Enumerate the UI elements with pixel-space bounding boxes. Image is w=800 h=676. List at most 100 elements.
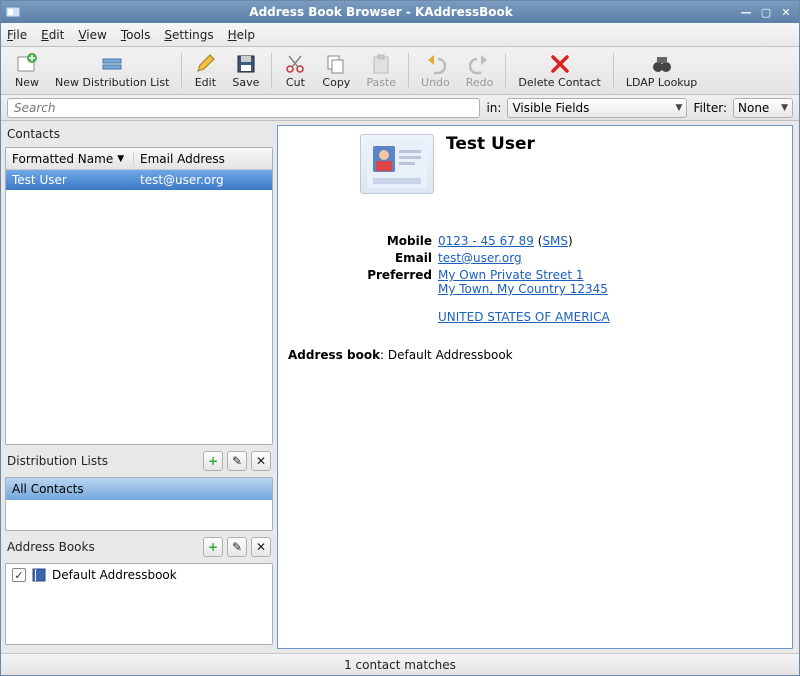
toolbar-label: New bbox=[15, 76, 39, 89]
edit-button[interactable]: Edit bbox=[186, 51, 224, 91]
book-icon bbox=[32, 568, 46, 582]
column-header-name[interactable]: Formatted Name ▼ bbox=[6, 152, 134, 166]
app-icon bbox=[5, 4, 21, 20]
column-header-email[interactable]: Email Address bbox=[134, 152, 231, 166]
paste-icon bbox=[370, 53, 392, 75]
menu-settings[interactable]: Settings bbox=[164, 28, 213, 42]
delete-ab-button[interactable]: ✕ bbox=[251, 537, 271, 557]
undo-icon bbox=[424, 53, 446, 75]
search-in-combo[interactable]: Visible Fields ▼ bbox=[507, 98, 687, 118]
toolbar-separator bbox=[505, 53, 506, 89]
filter-label: Filter: bbox=[693, 101, 727, 115]
addressbook-label: Address book bbox=[288, 348, 380, 362]
distribution-list-icon bbox=[101, 53, 123, 75]
ab-row[interactable]: ✓ Default Addressbook bbox=[6, 564, 272, 586]
delete-dist-button[interactable]: ✕ bbox=[251, 451, 271, 471]
toolbar-separator bbox=[408, 53, 409, 89]
new-distribution-list-button[interactable]: New Distribution List bbox=[47, 51, 177, 91]
add-dist-button[interactable]: + bbox=[203, 451, 223, 471]
street-link[interactable]: My Own Private Street 1 bbox=[438, 268, 584, 282]
toolbar-separator bbox=[271, 53, 272, 89]
copy-button[interactable]: Copy bbox=[314, 51, 358, 91]
minimize-button[interactable]: — bbox=[737, 5, 755, 19]
toolbar: New New Distribution List Edit Save Cut … bbox=[1, 47, 799, 95]
add-ab-button[interactable]: + bbox=[203, 537, 223, 557]
toolbar-label: Edit bbox=[195, 76, 216, 89]
toolbar-label: Redo bbox=[466, 76, 494, 89]
redo-button[interactable]: Redo bbox=[458, 51, 502, 91]
in-label: in: bbox=[486, 101, 501, 115]
titlebar: Address Book Browser - KAddressBook — ▢ … bbox=[1, 1, 799, 23]
toolbar-label: Delete Contact bbox=[518, 76, 600, 89]
cut-button[interactable]: Cut bbox=[276, 51, 314, 91]
toolbar-label: Copy bbox=[322, 76, 350, 89]
menu-view[interactable]: View bbox=[78, 28, 106, 42]
binoculars-icon bbox=[651, 53, 673, 75]
combo-value: Visible Fields bbox=[512, 101, 671, 115]
address-books-label: Address Books + ✎ ✕ bbox=[5, 535, 273, 559]
contacts-label: Contacts bbox=[5, 125, 273, 143]
searchbar: in: Visible Fields ▼ Filter: None ▼ bbox=[1, 95, 799, 121]
floppy-icon bbox=[235, 53, 257, 75]
distribution-list[interactable]: All Contacts bbox=[5, 477, 273, 531]
copy-icon bbox=[325, 53, 347, 75]
contact-email: test@user.org bbox=[134, 173, 230, 187]
chevron-down-icon: ▼ bbox=[676, 103, 683, 113]
toolbar-label: New Distribution List bbox=[55, 76, 169, 89]
combo-value: None bbox=[738, 101, 777, 115]
preferred-label: Preferred bbox=[288, 268, 438, 324]
city-link[interactable]: My Town, My Country 12345 bbox=[438, 282, 608, 296]
contact-card-icon bbox=[360, 134, 434, 194]
search-input[interactable] bbox=[7, 98, 480, 118]
ab-name: Default Addressbook bbox=[52, 568, 177, 582]
ab-checkbox[interactable]: ✓ bbox=[12, 568, 26, 582]
delete-icon bbox=[549, 53, 571, 75]
new-button[interactable]: New bbox=[7, 51, 47, 91]
menu-edit[interactable]: Edit bbox=[41, 28, 64, 42]
toolbar-separator bbox=[613, 53, 614, 89]
menubar: File Edit View Tools Settings Help bbox=[1, 23, 799, 47]
undo-button[interactable]: Undo bbox=[413, 51, 458, 91]
mobile-link[interactable]: 0123 - 45 67 89 bbox=[438, 234, 534, 248]
chevron-down-icon: ▼ bbox=[117, 154, 124, 164]
toolbar-label: Cut bbox=[286, 76, 305, 89]
delete-contact-button[interactable]: Delete Contact bbox=[510, 51, 608, 91]
ldap-lookup-button[interactable]: LDAP Lookup bbox=[618, 51, 705, 91]
close-button[interactable]: ✕ bbox=[777, 5, 795, 19]
menu-help[interactable]: Help bbox=[228, 28, 255, 42]
scissors-icon bbox=[284, 53, 306, 75]
toolbar-label: LDAP Lookup bbox=[626, 76, 697, 89]
email-link[interactable]: test@user.org bbox=[438, 251, 522, 265]
addressbook-value: Default Addressbook bbox=[388, 348, 513, 362]
country-link[interactable]: UNITED STATES OF AMERICA bbox=[438, 310, 610, 324]
menu-file[interactable]: File bbox=[7, 28, 27, 42]
toolbar-separator bbox=[181, 53, 182, 89]
maximize-button[interactable]: ▢ bbox=[757, 5, 775, 19]
chevron-down-icon: ▼ bbox=[781, 103, 788, 113]
edit-ab-button[interactable]: ✎ bbox=[227, 537, 247, 557]
contact-detail: Test User Mobile 0123 - 45 67 89 (SMS) E… bbox=[277, 125, 793, 649]
mobile-label: Mobile bbox=[288, 234, 438, 248]
email-label: Email bbox=[288, 251, 438, 265]
statusbar: 1 contact matches bbox=[1, 653, 799, 675]
contact-name: Test User bbox=[6, 173, 134, 187]
contact-name-heading: Test User bbox=[446, 134, 535, 154]
contact-row[interactable]: Test User test@user.org bbox=[6, 170, 272, 190]
paste-button[interactable]: Paste bbox=[358, 51, 404, 91]
contacts-list[interactable]: Formatted Name ▼ Email Address Test User… bbox=[5, 147, 273, 445]
pencil-icon bbox=[194, 53, 216, 75]
redo-icon bbox=[469, 53, 491, 75]
sms-link[interactable]: SMS bbox=[542, 234, 568, 248]
filter-combo[interactable]: None ▼ bbox=[733, 98, 793, 118]
edit-dist-button[interactable]: ✎ bbox=[227, 451, 247, 471]
status-text: 1 contact matches bbox=[344, 658, 456, 672]
distribution-lists-label: Distribution Lists + ✎ ✕ bbox=[5, 449, 273, 473]
dist-row[interactable]: All Contacts bbox=[6, 478, 272, 500]
dist-name: All Contacts bbox=[6, 482, 90, 496]
new-contact-icon bbox=[16, 53, 38, 75]
address-books-list[interactable]: ✓ Default Addressbook bbox=[5, 563, 273, 645]
toolbar-label: Undo bbox=[421, 76, 450, 89]
menu-tools[interactable]: Tools bbox=[121, 28, 151, 42]
window-title: Address Book Browser - KAddressBook bbox=[27, 5, 735, 19]
save-button[interactable]: Save bbox=[224, 51, 267, 91]
